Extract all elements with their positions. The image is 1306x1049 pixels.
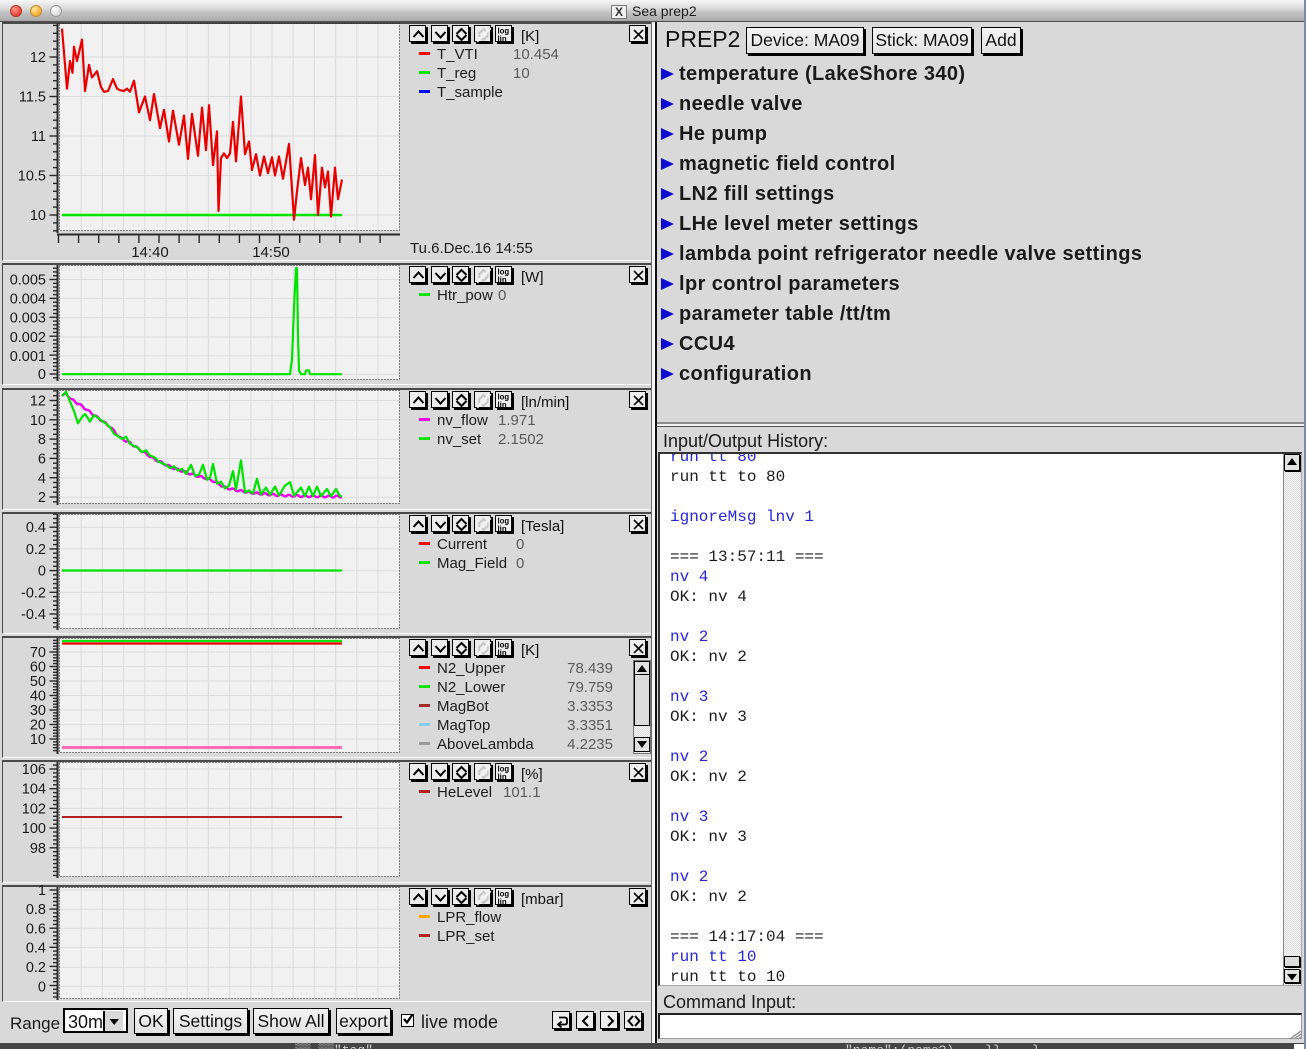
svg-text:0: 0 [38, 367, 46, 383]
svg-text:0.2: 0.2 [26, 960, 46, 976]
svg-text:106: 106 [22, 762, 46, 778]
svg-text:0.002: 0.002 [10, 330, 46, 346]
svg-text:10: 10 [30, 732, 46, 748]
svg-text:8: 8 [38, 432, 46, 448]
svg-text:104: 104 [22, 782, 46, 798]
svg-text:10.5: 10.5 [18, 169, 46, 185]
svg-text:lin: lin [498, 35, 507, 44]
svg-text:11.5: 11.5 [19, 90, 46, 106]
svg-text:0: 0 [38, 979, 46, 995]
svg-text:102: 102 [22, 801, 46, 817]
svg-text:-0.4: -0.4 [21, 607, 46, 623]
svg-text:98: 98 [30, 841, 46, 857]
svg-text:10: 10 [30, 413, 46, 429]
svg-text:0.8: 0.8 [26, 902, 46, 918]
svg-text:12: 12 [30, 50, 46, 66]
svg-text:lin: lin [498, 525, 507, 534]
svg-text:0.003: 0.003 [10, 311, 46, 327]
svg-text:lin: lin [498, 649, 507, 658]
svg-text:0: 0 [38, 564, 46, 580]
svg-text:1: 1 [38, 883, 46, 899]
svg-text:0.4: 0.4 [26, 941, 46, 957]
svg-text:14:50: 14:50 [252, 244, 290, 261]
svg-text:6: 6 [38, 452, 46, 468]
svg-text:11: 11 [31, 129, 46, 145]
svg-text:2: 2 [38, 490, 46, 506]
svg-text:10: 10 [30, 208, 46, 224]
svg-text:0.005: 0.005 [10, 273, 46, 289]
svg-text:-0.2: -0.2 [21, 585, 46, 601]
svg-text:lin: lin [498, 276, 507, 285]
svg-text:0.004: 0.004 [10, 291, 46, 307]
svg-text:0.2: 0.2 [26, 542, 46, 558]
svg-text:0.4: 0.4 [26, 520, 46, 536]
svg-text:lin: lin [498, 401, 507, 410]
svg-text:0.001: 0.001 [10, 349, 46, 365]
svg-text:4: 4 [38, 471, 46, 487]
svg-text:0.6: 0.6 [26, 921, 46, 937]
svg-text:14:40: 14:40 [131, 244, 169, 261]
svg-text:12: 12 [30, 394, 46, 410]
svg-text:lin: lin [498, 773, 507, 782]
svg-text:100: 100 [22, 821, 46, 837]
svg-text:lin: lin [498, 898, 507, 907]
